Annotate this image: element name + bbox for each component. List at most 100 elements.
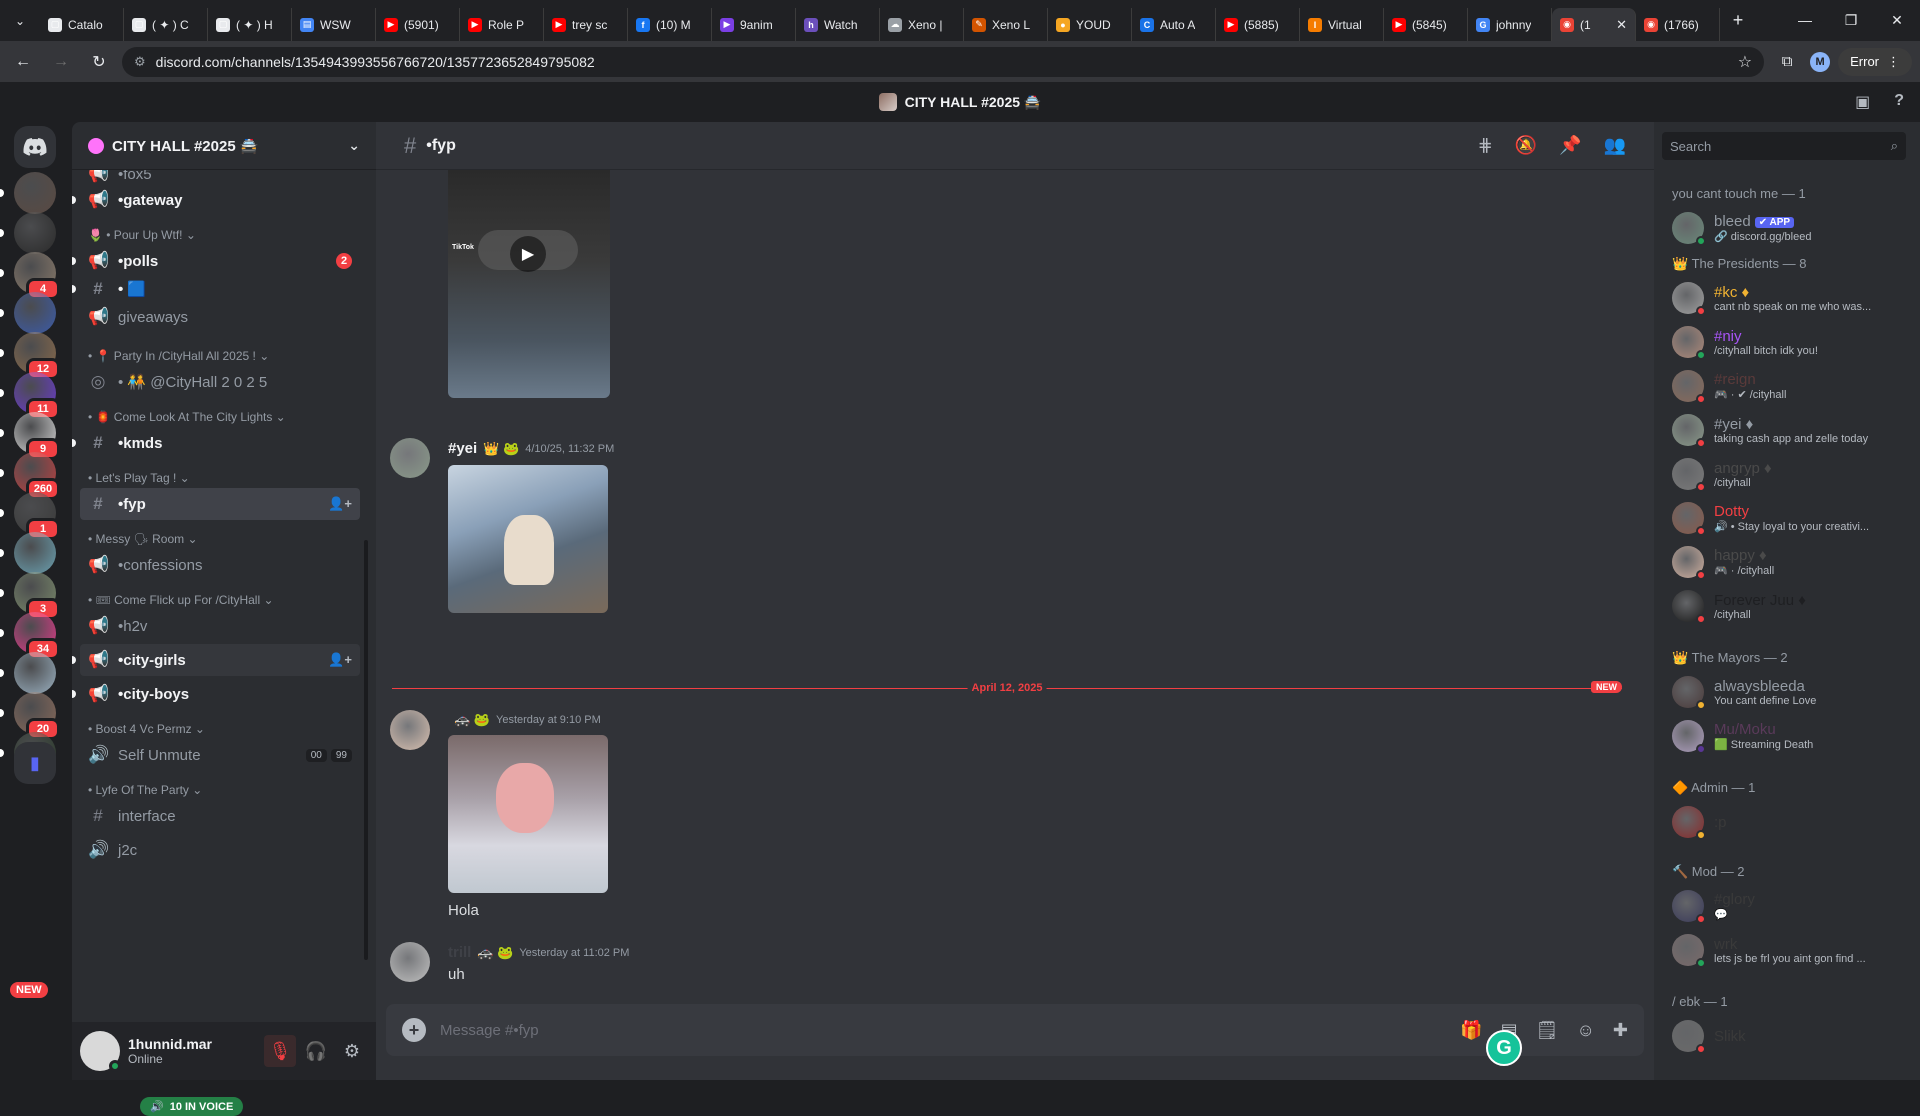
direct-messages-button[interactable] <box>14 126 56 168</box>
member-item[interactable]: #kc ♦ cant nb speak on me who was... <box>1672 278 1912 318</box>
play-icon[interactable]: ▶ <box>510 236 546 272</box>
server-icon[interactable] <box>14 652 56 694</box>
user-info[interactable]: 1hunnid.mar Online <box>128 1036 212 1066</box>
channel-category[interactable]: • Let's Play Tag ! ⌄ <box>88 471 190 485</box>
browser-tab[interactable]: ◉ (1 ✕ <box>1552 8 1636 41</box>
browser-tab[interactable]: Gjohnny <box>1468 8 1552 41</box>
avatar[interactable] <box>80 1031 121 1072</box>
channel-category[interactable]: • 🎟 Come Flick up For /CityHall ⌄ <box>88 593 274 607</box>
extensions-icon[interactable]: ⧉ <box>1772 53 1802 70</box>
member-list-icon[interactable]: 👥 <box>1604 135 1626 156</box>
member-item[interactable]: Dotty 🔊 • Stay loyal to your creativi... <box>1672 498 1912 538</box>
browser-tab[interactable]: h Watch <box>796 8 880 41</box>
channel-item[interactable]: 📢 •city-boys <box>80 678 360 710</box>
member-item[interactable]: Slikk <box>1672 1016 1912 1056</box>
browser-tab[interactable]: f (10) M <box>628 8 712 41</box>
channel-category[interactable]: • 🏮 Come Look At The City Lights ⌄ <box>88 410 286 424</box>
channel-item[interactable]: ◎ • 🧑‍🤝‍🧑 @CityHall 2 0 2 5 <box>80 366 360 398</box>
member-item[interactable]: alwaysbleeda You cant define Love <box>1672 672 1912 712</box>
browser-tab[interactable]: ◉ (1766) <box>1636 8 1720 41</box>
image-attachment[interactable] <box>448 465 608 613</box>
channel-item[interactable]: 🔊 j2c <box>80 834 360 866</box>
mic-muted-icon[interactable]: 🎙 <box>264 1035 296 1067</box>
server-icon[interactable] <box>14 532 56 574</box>
channel-item[interactable]: 📢 giveaways <box>80 301 360 333</box>
message-author[interactable]: #yei <box>448 440 477 457</box>
inbox-icon[interactable]: ▣ <box>1855 92 1870 112</box>
channel-item[interactable]: 🔊 Self Unmute 00 99 <box>80 739 360 771</box>
member-item[interactable]: happy ♦ 🎮 · /cityhall <box>1672 542 1912 582</box>
browser-tab[interactable]: ▶ Role P <box>460 8 544 41</box>
channel-item[interactable]: 📢 •confessions <box>80 549 360 581</box>
browser-tab[interactable]: ☁ Xeno | <box>880 8 964 41</box>
browser-tab[interactable]: ▶ trey sc <box>544 8 628 41</box>
add-member-icon[interactable]: 👤+ <box>328 652 352 668</box>
reload-button[interactable]: ↻ <box>84 47 114 77</box>
browser-tab[interactable]: ▢ ( ✦ ) C <box>124 8 208 41</box>
guild-header[interactable]: CITY HALL #2025 🚔 ⌄ <box>72 122 376 170</box>
channel-item[interactable]: # interface <box>80 800 360 832</box>
help-icon[interactable]: ? <box>1894 92 1904 112</box>
site-info-icon[interactable]: ⚙ <box>134 54 146 70</box>
server-icon[interactable] <box>14 292 56 334</box>
address-bar[interactable]: ⚙ discord.com/channels/13549439935567667… <box>122 46 1765 77</box>
channel-item[interactable]: 📢 •gateway <box>80 184 360 216</box>
browser-tab[interactable]: ▢ Catalo <box>40 8 124 41</box>
in-voice-indicator[interactable]: 🔊 10 IN VOICE <box>140 1097 244 1116</box>
profile-avatar[interactable]: M <box>1810 51 1831 72</box>
browser-tab[interactable]: ▢ ( ✦ ) H <box>208 8 292 41</box>
tab-search-button[interactable]: ⌄ <box>0 0 40 41</box>
search-input[interactable]: Search ⌕ <box>1662 132 1906 160</box>
channel-category[interactable]: 🌷 • Pour Up Wtf! ⌄ <box>88 228 196 242</box>
member-item[interactable]: :p <box>1672 802 1912 842</box>
notification-bell-icon[interactable]: 🔕 <box>1515 135 1537 156</box>
video-attachment[interactable]: ▶ TikTok <box>448 170 610 398</box>
upload-plus-button[interactable]: + <box>402 1018 426 1042</box>
forward-button[interactable]: → <box>46 47 76 77</box>
message-input[interactable]: Message #•fyp <box>440 1022 1446 1039</box>
threads-icon[interactable]: ⋕ <box>1478 135 1493 156</box>
member-item[interactable]: wrk lets js be frl you aint gon find ... <box>1672 930 1912 970</box>
gift-icon[interactable]: 🎁 <box>1460 1020 1482 1041</box>
member-item[interactable]: bleed ✔ APP 🔗 discord.gg/bleed <box>1672 208 1912 248</box>
browser-tab[interactable]: ▶ (5885) <box>1216 8 1300 41</box>
member-item[interactable]: #niy /cityhall bitch idk you! <box>1672 322 1912 362</box>
browser-tab[interactable]: ▶ (5845) <box>1384 8 1468 41</box>
add-member-icon[interactable]: 👤+ <box>328 496 352 512</box>
image-attachment[interactable] <box>448 735 608 893</box>
bookmark-star-icon[interactable]: ☆ <box>1738 52 1752 72</box>
member-item[interactable]: Mu/Moku 🟩 Streaming Death <box>1672 716 1912 756</box>
channel-scrollbar[interactable] <box>364 540 368 960</box>
browser-tab[interactable]: ▶ 9anim <box>712 8 796 41</box>
close-tab-icon[interactable]: ✕ <box>1616 17 1627 33</box>
browser-tab[interactable]: ▶ (5901) <box>376 8 460 41</box>
channel-category[interactable]: • Lyfe Of The Party ⌄ <box>88 783 202 797</box>
gear-icon[interactable]: ⚙ <box>336 1035 368 1067</box>
server-icon[interactable] <box>14 212 56 254</box>
channel-category[interactable]: • Boost 4 Vc Permz ⌄ <box>88 722 205 736</box>
avatar[interactable] <box>390 438 430 478</box>
member-item[interactable]: #reign 🎮 · ✔ /cityhall <box>1672 366 1912 406</box>
restore-icon[interactable]: ❐ <box>1828 12 1874 29</box>
folder-button[interactable]: ▮ <box>14 742 56 784</box>
close-window-icon[interactable]: ✕ <box>1874 12 1920 29</box>
grammarly-widget[interactable]: G <box>1486 1030 1522 1066</box>
emoji-icon[interactable]: ☺ <box>1577 1020 1595 1041</box>
browser-tab[interactable]: I Virtual <box>1300 8 1384 41</box>
sticker-icon[interactable]: 🗒 <box>1536 1020 1559 1041</box>
channel-category[interactable]: • 📍 Party In /CityHall All 2025 ! ⌄ <box>88 349 269 363</box>
new-tab-button[interactable]: + <box>1720 10 1756 31</box>
channel-item[interactable]: 📢 •h2v <box>80 610 360 642</box>
browser-tab[interactable]: ▤ WSW <box>292 8 376 41</box>
browser-tab[interactable]: ✎ Xeno L <box>964 8 1048 41</box>
channel-item[interactable]: # •fyp 👤+ <box>80 488 360 520</box>
member-item[interactable]: #glory 💬 <box>1672 886 1912 926</box>
channel-item[interactable]: # •kmds <box>80 427 360 459</box>
channel-item[interactable]: 📢 •city-girls 👤+ <box>80 644 360 676</box>
browser-tab[interactable]: ● YOUD <box>1048 8 1132 41</box>
pin-icon[interactable]: 📌 <box>1559 135 1581 156</box>
message-author[interactable]: trill <box>448 944 471 961</box>
new-servers-indicator[interactable]: NEW <box>10 982 48 998</box>
member-item[interactable]: angryp ♦ /cityhall <box>1672 454 1912 494</box>
error-button[interactable]: Error ⋮ <box>1838 47 1912 76</box>
